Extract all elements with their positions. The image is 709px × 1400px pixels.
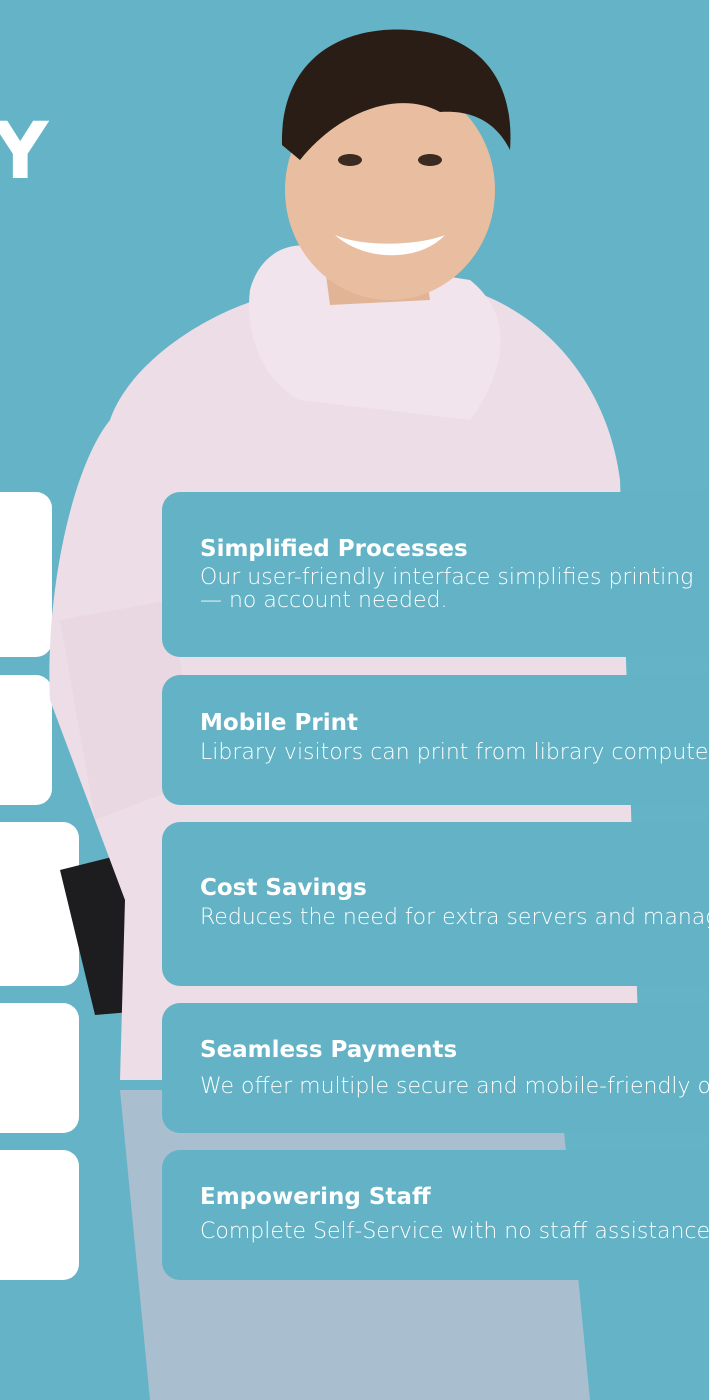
- feature-title: Cost Savings: [200, 875, 367, 901]
- feature-card-empowering-staff: Empowering Staff Complete Self-Service w…: [162, 1150, 709, 1280]
- feature-card-simplified-processes: Simplified Processes Our user-friendly i…: [162, 492, 709, 657]
- feature-description: Library visitors can print from library …: [200, 740, 709, 765]
- feature-title: Mobile Print: [200, 710, 358, 736]
- feature-title: Seamless Payments: [200, 1037, 458, 1063]
- eye-right: [418, 154, 442, 166]
- page: Y Simplified Processes Our user-friendly…: [0, 0, 709, 1400]
- feature-card-cost-savings: Cost Savings Reduces the need for extra …: [162, 822, 709, 986]
- feature-card-mobile-print: Mobile Print Library visitors can print …: [162, 675, 709, 805]
- feature-title: Empowering Staff: [200, 1184, 431, 1210]
- feature-description: Reduces the need for extra servers and m…: [200, 905, 709, 930]
- feature-card-seamless-payments: Seamless Payments We offer multiple secu…: [162, 1003, 709, 1133]
- feature-description: Our user-friendly interface simplifies p…: [200, 565, 694, 613]
- feature-description: We offer multiple secure and mobile-frie…: [200, 1074, 709, 1099]
- feature-description: Complete Self-Service with no staff assi…: [200, 1219, 709, 1244]
- eye-left: [338, 154, 362, 166]
- feature-title: Simplified Processes: [200, 536, 468, 562]
